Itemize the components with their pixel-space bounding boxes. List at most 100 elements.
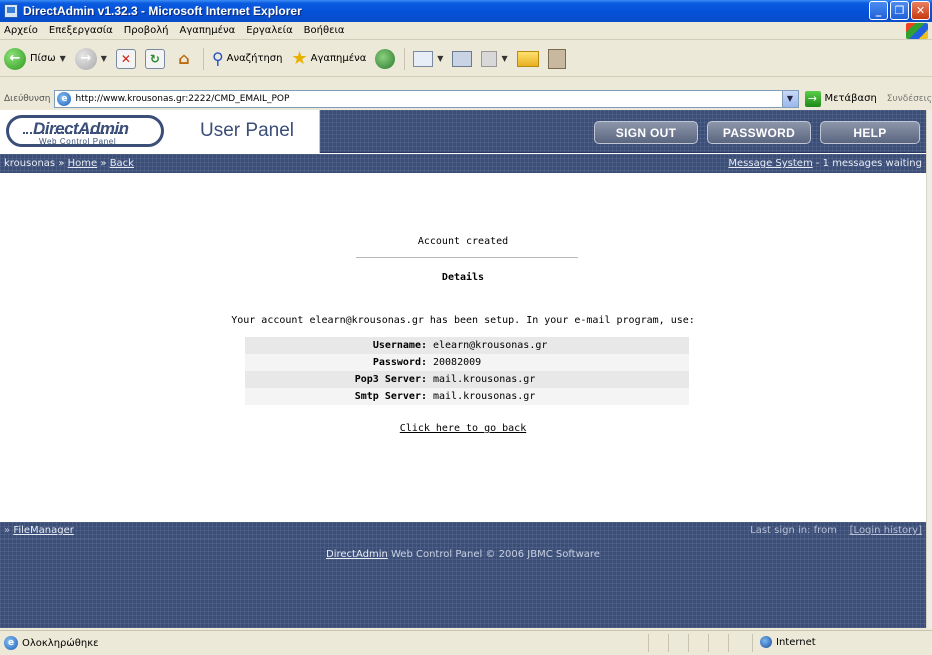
copyright-text: Web Control Panel © 2006 JBMC Software — [387, 549, 600, 560]
detail-value: 20082009 — [430, 354, 689, 371]
chevron-down-icon[interactable]: ▼ — [437, 54, 443, 63]
folder-icon — [516, 50, 539, 67]
logo-text: DirectAdmin — [33, 119, 129, 138]
menu-file[interactable]: Αρχείο — [4, 25, 38, 36]
logo-subtitle: Web Control Panel — [39, 137, 117, 146]
go-arrow-icon: → — [804, 90, 821, 107]
media-button[interactable] — [375, 48, 396, 69]
stop-icon: ✕ — [115, 48, 136, 69]
vertical-scrollbar[interactable] — [926, 110, 932, 628]
directadmin-link[interactable]: DirectAdmin — [326, 549, 388, 560]
print-button[interactable] — [452, 50, 473, 67]
password-button[interactable]: PASSWORD — [707, 121, 811, 144]
menu-edit[interactable]: Επεξεργασία — [49, 25, 113, 36]
breadcrumb-back-link[interactable]: Back — [110, 158, 134, 169]
security-zone: Internet — [760, 636, 816, 648]
login-history-link[interactable]: [Login history] — [850, 525, 922, 536]
directadmin-logo[interactable]: DirectAdmin Web Control Panel — [6, 115, 164, 147]
home-icon: ⌂ — [178, 49, 190, 68]
maximize-button[interactable]: ❐ — [890, 1, 909, 20]
filemanager-link[interactable]: FileManager — [13, 525, 74, 536]
panel-title: User Panel — [200, 120, 294, 141]
window-title: DirectAdmin v1.32.3 - Microsoft Internet… — [23, 4, 302, 18]
breadcrumb: krousonas » Home » Back Message System -… — [0, 154, 926, 173]
favorites-label: Αγαπημένα — [310, 53, 367, 64]
search-label: Αναζήτηση — [226, 53, 283, 64]
address-label: Διεύθυνση — [4, 93, 51, 104]
chevron-down-icon[interactable]: ▼ — [101, 54, 107, 63]
logo-area: DirectAdmin Web Control Panel User Panel — [0, 110, 320, 153]
menu-tools[interactable]: Εργαλεία — [246, 25, 292, 36]
go-back-link[interactable]: Click here to go back — [400, 423, 526, 434]
menu-favorites[interactable]: Αγαπημένα — [180, 25, 236, 36]
address-url: http://www.krousonas.gr:2222/CMD_EMAIL_P… — [75, 93, 290, 104]
close-button[interactable]: ✕ — [911, 1, 930, 20]
chevron-down-icon[interactable]: ▼ — [60, 54, 66, 63]
detail-key: Pop3 Server: — [245, 371, 430, 388]
breadcrumb-separator: » — [100, 158, 107, 169]
detail-key: Smtp Server: — [245, 388, 430, 405]
account-details-table: Username: elearn@krousonas.gr Password: … — [245, 337, 689, 405]
minimize-button[interactable]: _ — [869, 1, 888, 20]
detail-key: Username: — [245, 337, 430, 354]
da-header: DirectAdmin Web Control Panel User Panel… — [0, 110, 926, 153]
menu-view[interactable]: Προβολή — [124, 25, 169, 36]
toolbar-separator — [202, 47, 204, 70]
search-button[interactable]: ⚲ Αναζήτηση — [212, 49, 283, 68]
mail-icon — [413, 50, 434, 67]
ie-page-icon: e — [57, 91, 72, 106]
status-pane — [752, 634, 753, 652]
message-status: Message System - 1 messages waiting — [728, 158, 922, 169]
refresh-button[interactable]: ↻ — [144, 48, 165, 69]
divider — [356, 257, 578, 258]
main-content: Account created Details Your account ele… — [0, 173, 926, 522]
breadcrumb-home-link[interactable]: Home — [68, 158, 98, 169]
media-icon — [375, 48, 396, 69]
go-button[interactable]: → Μετάβαση — [804, 90, 877, 107]
details-heading: Details — [441, 272, 485, 283]
folder-button[interactable] — [516, 50, 539, 67]
table-row: Username: elearn@krousonas.gr — [245, 337, 689, 354]
detail-value: mail.krousonas.gr — [430, 371, 689, 388]
back-link-row: Click here to go back — [0, 423, 926, 434]
ie-page-icon: e — [4, 636, 18, 650]
printer-icon — [452, 50, 473, 67]
back-button[interactable]: ← Πίσω ▼ — [4, 47, 66, 70]
chevron-down-icon[interactable]: ▼ — [781, 90, 798, 107]
forward-arrow-icon: → — [74, 47, 97, 70]
status-pane — [728, 634, 729, 652]
links-button[interactable]: Συνδέσεις — [887, 94, 932, 104]
refresh-icon: ↻ — [144, 48, 165, 69]
sign-out-button[interactable]: SIGN OUT — [594, 121, 698, 144]
status-bar: e Ολοκληρώθηκε Internet — [0, 630, 932, 655]
status-pane — [708, 634, 709, 652]
zone-text: Internet — [776, 636, 816, 648]
message-count-text: - 1 messages waiting — [812, 158, 922, 169]
detail-key: Password: — [245, 354, 430, 371]
forward-button[interactable]: → ▼ — [74, 47, 107, 70]
research-button[interactable] — [547, 48, 566, 69]
toolbar-separator — [404, 47, 406, 70]
status-pane — [668, 634, 669, 652]
menu-help[interactable]: Βοήθεια — [304, 25, 345, 36]
window-controls: _ ❐ ✕ — [869, 1, 930, 20]
detail-value: mail.krousonas.gr — [430, 388, 689, 405]
search-icon: ⚲ — [211, 49, 224, 68]
home-button[interactable]: ⌂ — [174, 49, 194, 69]
table-row: Pop3 Server: mail.krousonas.gr — [245, 371, 689, 388]
setup-intro-text: Your account elearn@krousonas.gr has bee… — [231, 315, 695, 326]
favorites-button[interactable]: ★ Αγαπημένα — [292, 48, 367, 69]
address-input[interactable]: e http://www.krousonas.gr:2222/CMD_EMAIL… — [54, 89, 799, 108]
mail-button[interactable]: ▼ — [413, 50, 443, 67]
breadcrumb-separator: » — [58, 158, 65, 169]
footer-bar: » FileManager Last sign in: from [Login … — [0, 522, 926, 539]
stop-button[interactable]: ✕ — [115, 48, 136, 69]
edit-button[interactable]: ▼ — [481, 50, 508, 67]
back-label: Πίσω — [30, 53, 56, 64]
last-sign-in-text: Last sign in: from — [750, 525, 837, 536]
breadcrumb-user: krousonas — [4, 158, 56, 169]
ie-window-icon — [4, 4, 18, 18]
chevron-down-icon[interactable]: ▼ — [501, 54, 507, 63]
message-system-link[interactable]: Message System — [728, 158, 812, 169]
help-button[interactable]: HELP — [820, 121, 920, 144]
